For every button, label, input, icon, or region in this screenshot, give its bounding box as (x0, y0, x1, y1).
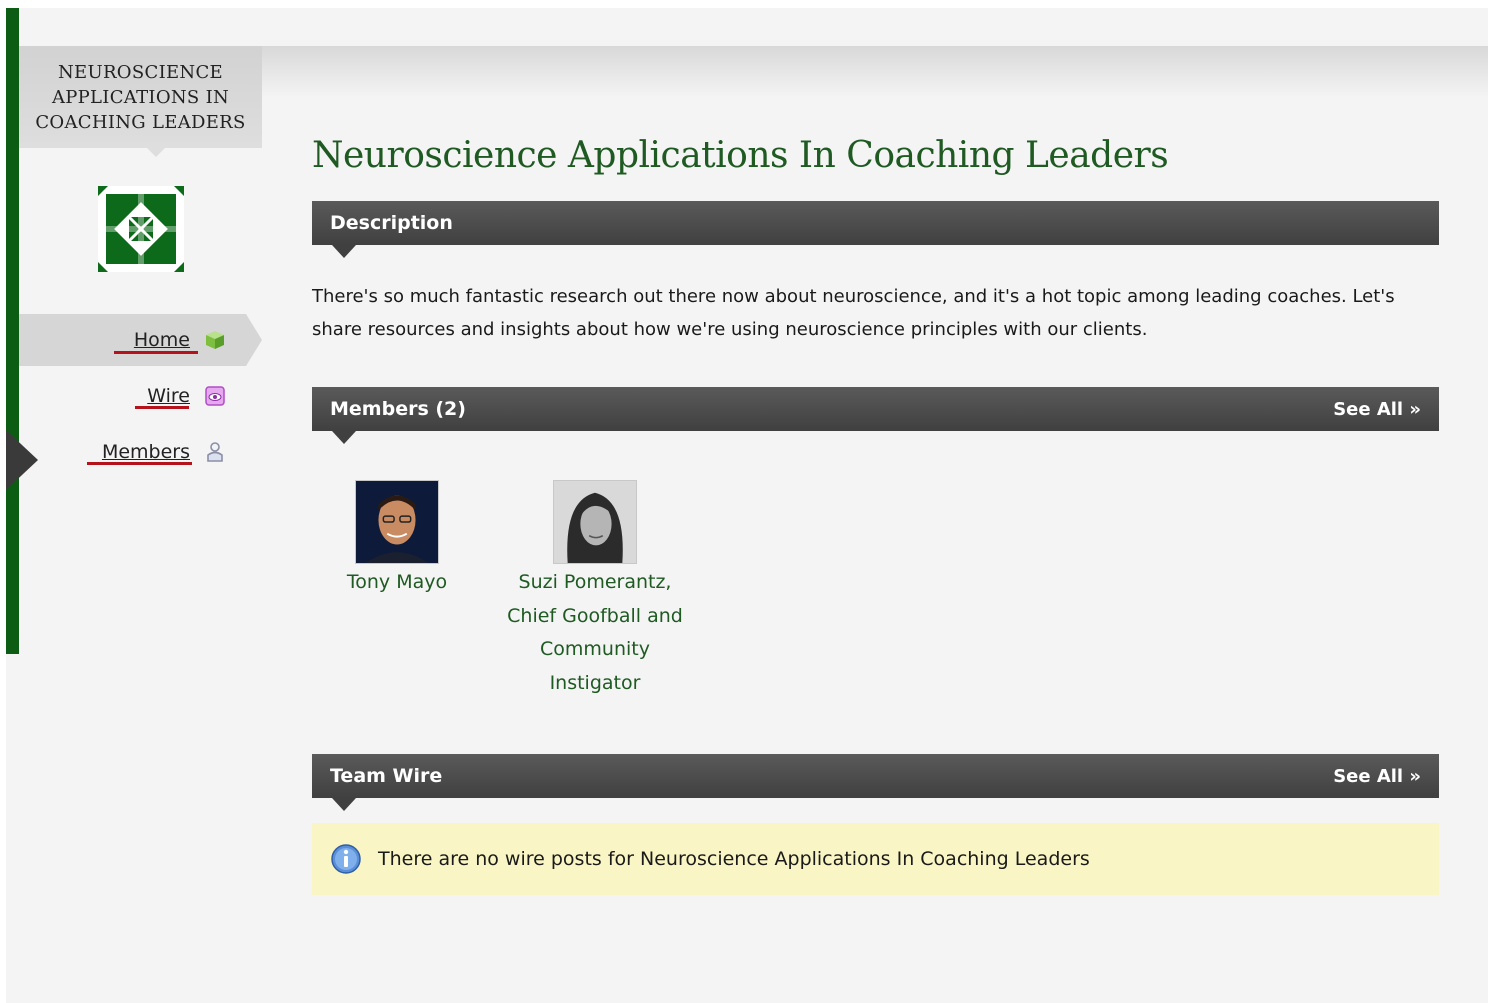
members-person-icon (207, 442, 223, 462)
members-pointer-arrow (6, 430, 38, 490)
sidebar-item-home[interactable]: Home (19, 314, 262, 366)
no-wire-posts-notice: There are no wire posts for Neuroscience… (312, 823, 1439, 895)
no-wire-posts-message: There are no wire posts for Neuroscience… (378, 848, 1090, 870)
sidebar-item-label: Wire (147, 385, 190, 407)
top-band (262, 46, 1488, 98)
team-wire-see-all-link[interactable]: See All » (1333, 766, 1421, 787)
description-header-label: Description (330, 212, 453, 234)
member-card[interactable]: Suzi Pomerantz, Chief Goofball and Commu… (495, 480, 695, 700)
sidebar-item-label: Members (101, 441, 190, 463)
members-header: Members (2) See All » (312, 387, 1439, 444)
sidebar-group-title-text: NEUROSCIENCE APPLICATIONS IN COACHING LE… (35, 61, 246, 133)
members-header-label: Members (2) (330, 398, 466, 420)
member-card[interactable]: Tony Mayo (297, 480, 497, 600)
member-name[interactable]: Tony Mayo (297, 566, 497, 600)
description-header: Description (312, 201, 1439, 258)
members-underline (87, 462, 192, 465)
sidebar-item-wire[interactable]: Wire (19, 370, 246, 422)
sidebar-item-label: Home (133, 329, 190, 351)
home-cube-icon (206, 331, 224, 349)
description-text: There's so much fantastic research out t… (312, 286, 1395, 340)
member-avatar[interactable] (355, 480, 439, 564)
sidebar-accent-bar (6, 8, 19, 654)
member-avatar[interactable] (553, 480, 637, 564)
page-title: Neuroscience Applications In Coaching Le… (312, 135, 1169, 176)
sidebar-group-title: NEUROSCIENCE APPLICATIONS IN COACHING LE… (19, 46, 262, 157)
wire-eye-icon (205, 386, 225, 406)
home-underline (114, 351, 198, 354)
team-wire-header: Team Wire See All » (312, 754, 1439, 811)
wire-underline (135, 406, 189, 409)
sidebar-item-members[interactable]: Members (19, 426, 246, 478)
group-logo-icon (98, 186, 184, 272)
members-see-all-link[interactable]: See All » (1333, 399, 1421, 420)
info-icon (331, 844, 361, 874)
member-name[interactable]: Suzi Pomerantz, Chief Goofball and Commu… (495, 566, 695, 700)
team-wire-header-label: Team Wire (330, 765, 443, 787)
